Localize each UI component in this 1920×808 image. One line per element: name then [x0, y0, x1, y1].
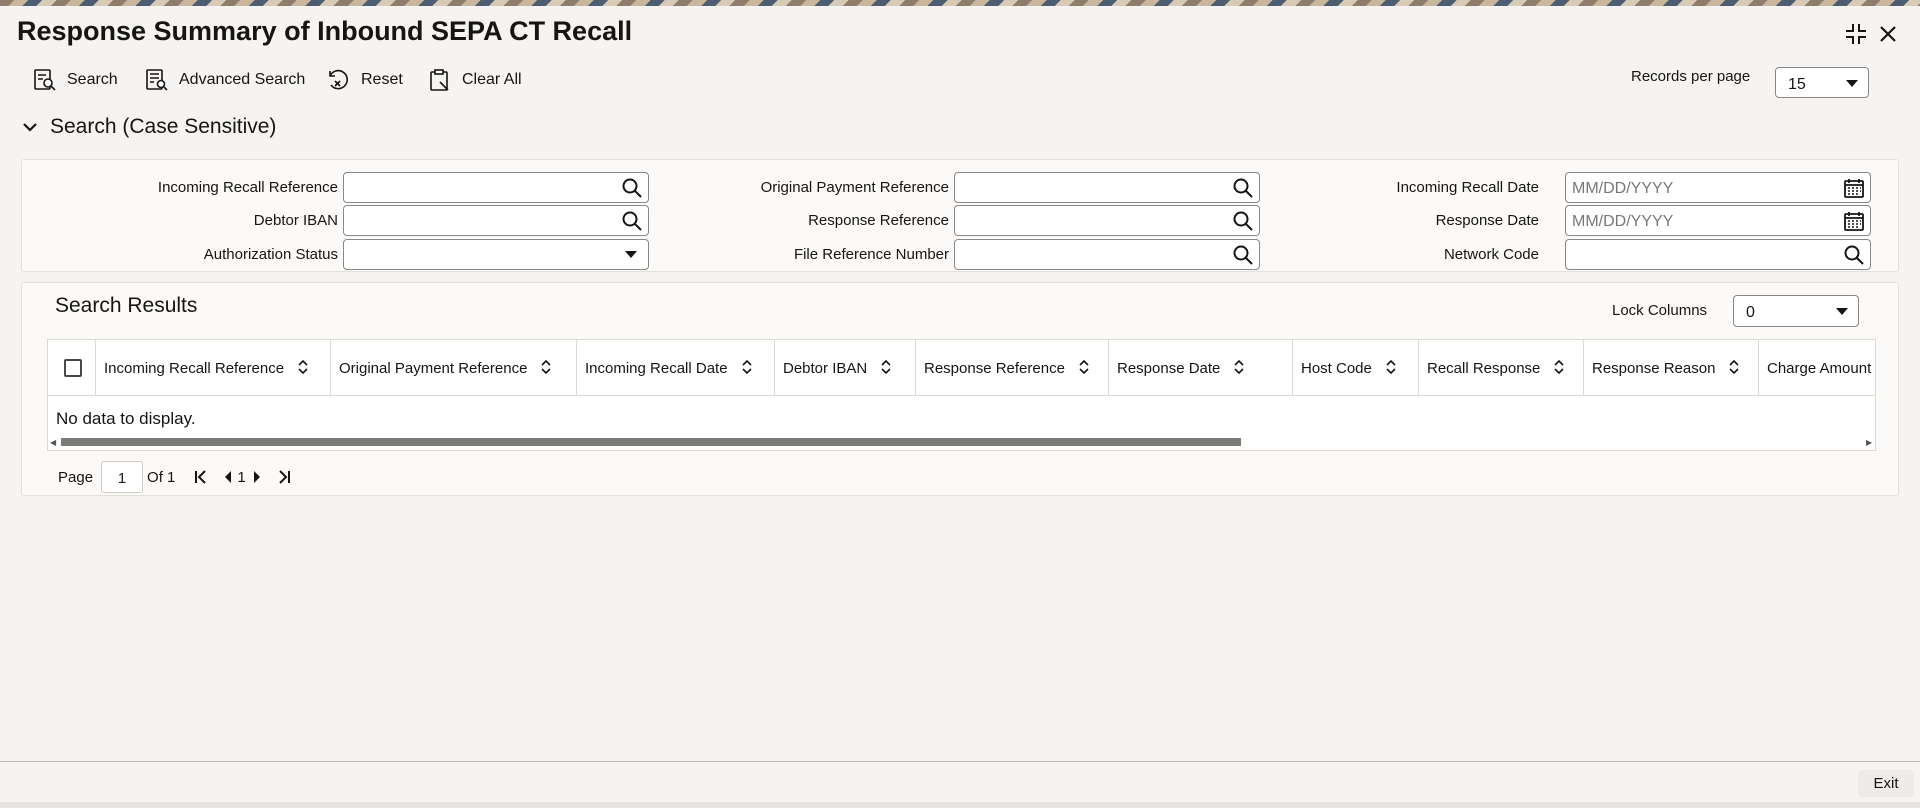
- clear-all-icon: [430, 69, 449, 91]
- date-placeholder: MM/DD/YYYY: [1572, 180, 1674, 197]
- chevron-down-icon: [23, 123, 37, 132]
- search-icon[interactable]: [1232, 210, 1254, 232]
- sort-icon: [541, 360, 552, 374]
- column-header-response-date[interactable]: Response Date: [1109, 340, 1293, 396]
- chevron-down-icon: [625, 251, 637, 258]
- results-table: Incoming Recall Reference Original Payme…: [47, 339, 1876, 451]
- page-number-input[interactable]: 1: [101, 461, 144, 493]
- exit-button[interactable]: Exit: [1858, 770, 1914, 797]
- sort-icon: [742, 360, 752, 374]
- debtor-iban-input[interactable]: [343, 205, 649, 236]
- empty-table-message: No data to display.: [56, 409, 196, 428]
- clear-all-button[interactable]: Clear All: [428, 66, 522, 94]
- column-header-incoming-recall-reference[interactable]: Incoming Recall Reference: [96, 340, 331, 396]
- column-header-response-reference[interactable]: Response Reference: [916, 340, 1109, 396]
- column-header-host-code[interactable]: Host Code: [1293, 340, 1419, 396]
- first-page-icon[interactable]: [193, 469, 209, 485]
- network-code-label: Network Code: [1443, 246, 1539, 263]
- search-section-title: Search (Case Sensitive): [50, 115, 277, 138]
- calendar-icon[interactable]: [1843, 210, 1865, 232]
- search-button[interactable]: Search: [33, 66, 118, 94]
- clear-all-button-label: Clear All: [462, 71, 522, 88]
- debtor-iban-label: Debtor IBAN: [253, 212, 338, 229]
- bottom-strip: [0, 802, 1920, 808]
- search-results-title: Search Results: [55, 294, 198, 317]
- column-header-response-reason[interactable]: Response Reason: [1584, 340, 1759, 396]
- calendar-icon[interactable]: [1843, 177, 1865, 199]
- authorization-status-select[interactable]: [343, 239, 649, 270]
- lock-columns-value: 0: [1746, 304, 1755, 321]
- column-header-charge-amount[interactable]: Charge Amount: [1759, 340, 1875, 396]
- current-page-number[interactable]: 1: [237, 469, 245, 486]
- advanced-search-button[interactable]: Advanced Search: [145, 66, 305, 94]
- search-results-panel: Search Results Lock Columns 0 Incoming R…: [21, 282, 1899, 496]
- records-per-page-select[interactable]: 15: [1775, 67, 1869, 98]
- footer-bar: Exit: [0, 761, 1920, 802]
- last-page-icon[interactable]: [276, 469, 292, 485]
- select-all-cell: [48, 340, 96, 396]
- records-per-page-label: Records per page: [1631, 68, 1751, 85]
- lock-columns-select[interactable]: 0: [1733, 295, 1859, 327]
- sort-icon: [1386, 360, 1396, 374]
- column-header-incoming-recall-date[interactable]: Incoming Recall Date: [577, 340, 775, 396]
- sort-icon: [881, 360, 891, 374]
- authorization-status-label: Authorization Status: [203, 246, 338, 263]
- next-page-icon[interactable]: [252, 470, 262, 484]
- incoming-recall-date-input[interactable]: MM/DD/YYYY: [1565, 172, 1871, 203]
- lock-columns-label: Lock Columns: [1612, 302, 1708, 319]
- search-section-toggle[interactable]: Search (Case Sensitive): [22, 115, 276, 139]
- scroll-right-icon[interactable]: ▶: [1866, 438, 1872, 447]
- file-reference-number-input[interactable]: [954, 239, 1260, 270]
- column-header-recall-response[interactable]: Recall Response: [1419, 340, 1584, 396]
- response-reference-label: Response Reference: [808, 212, 949, 229]
- previous-page-icon[interactable]: [223, 470, 233, 484]
- incoming-recall-date-label: Incoming Recall Date: [1396, 179, 1539, 196]
- incoming-recall-reference-label: Incoming Recall Reference: [157, 179, 338, 196]
- search-icon[interactable]: [1843, 244, 1865, 266]
- search-icon[interactable]: [621, 177, 643, 199]
- pagination: Page 1 Of 1 1: [58, 461, 292, 493]
- minimize-icon[interactable]: [1842, 20, 1870, 48]
- search-icon[interactable]: [1232, 244, 1254, 266]
- sort-icon: [1234, 360, 1244, 374]
- advanced-search-icon: [146, 69, 168, 91]
- horizontal-scrollbar[interactable]: ◀ ▶: [48, 434, 1875, 450]
- search-form-icon: [34, 69, 56, 91]
- page-label: Page: [58, 468, 94, 486]
- sort-icon: [1079, 360, 1089, 374]
- column-header-debtor-iban[interactable]: Debtor IBAN: [775, 340, 916, 396]
- page-title: Response Summary of Inbound SEPA CT Reca…: [17, 16, 633, 46]
- chevron-down-icon: [1846, 80, 1858, 87]
- records-per-page-value: 15: [1788, 76, 1806, 93]
- sort-icon: [298, 360, 308, 374]
- search-button-label: Search: [67, 71, 118, 88]
- column-header-original-payment-reference[interactable]: Original Payment Reference: [331, 340, 577, 396]
- search-icon[interactable]: [1232, 177, 1254, 199]
- response-reference-input[interactable]: [954, 205, 1260, 236]
- chevron-down-icon: [1836, 308, 1848, 315]
- search-icon[interactable]: [621, 210, 643, 232]
- page-of-label: Of 1: [147, 468, 176, 486]
- original-payment-reference-input[interactable]: [954, 172, 1260, 203]
- network-code-input[interactable]: [1565, 239, 1871, 270]
- close-icon[interactable]: [1874, 20, 1902, 48]
- reset-button[interactable]: Reset: [325, 66, 403, 94]
- advanced-search-button-label: Advanced Search: [179, 71, 306, 88]
- scrollbar-thumb[interactable]: [61, 438, 1241, 446]
- title-bar: Response Summary of Inbound SEPA CT Reca…: [0, 6, 1920, 62]
- incoming-recall-reference-input[interactable]: [343, 172, 649, 203]
- response-date-label: Response Date: [1435, 212, 1539, 229]
- file-reference-number-label: File Reference Number: [793, 246, 949, 263]
- table-header-row: Incoming Recall Reference Original Payme…: [48, 340, 1875, 396]
- scroll-left-icon[interactable]: ◀: [50, 438, 56, 447]
- response-date-input[interactable]: MM/DD/YYYY: [1565, 205, 1871, 236]
- reset-button-label: Reset: [361, 71, 403, 88]
- date-placeholder: MM/DD/YYYY: [1572, 213, 1674, 230]
- original-payment-reference-label: Original Payment Reference: [760, 179, 949, 196]
- reset-icon: [329, 69, 349, 90]
- select-all-checkbox[interactable]: [64, 359, 82, 377]
- sort-icon: [1554, 360, 1564, 374]
- search-criteria-panel: Incoming Recall Reference Debtor IBAN Au…: [21, 159, 1899, 272]
- sort-icon: [1729, 360, 1739, 374]
